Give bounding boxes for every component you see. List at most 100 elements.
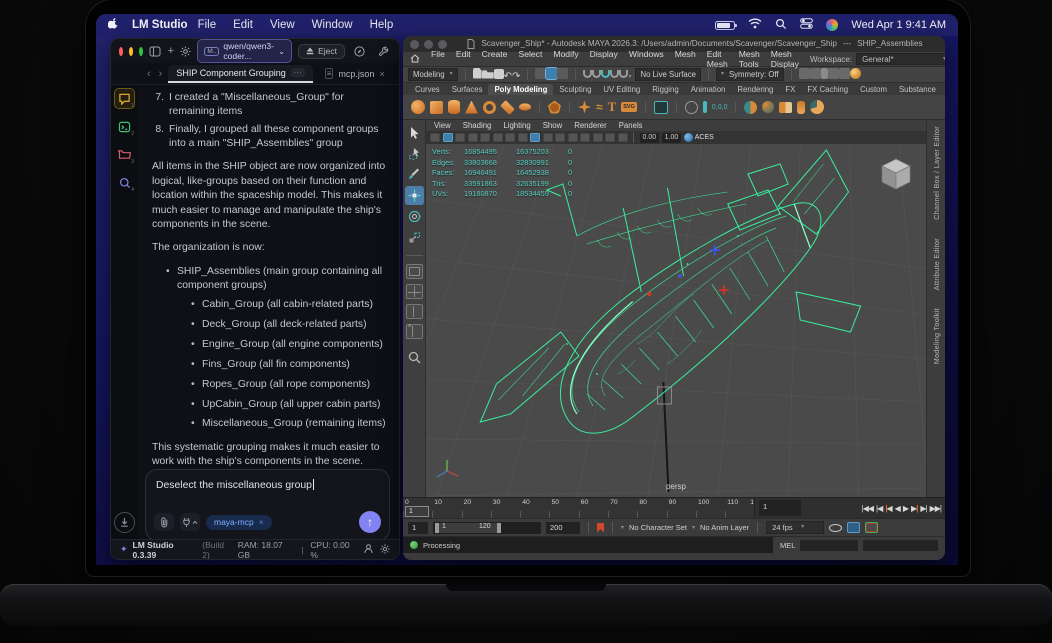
- menu-item[interactable]: File: [198, 19, 217, 31]
- set-key-icon[interactable]: [597, 522, 604, 533]
- shelf-torus-icon[interactable]: [483, 100, 496, 114]
- auto-key-button[interactable]: [847, 522, 861, 533]
- maya-menu-item[interactable]: Create: [482, 49, 508, 69]
- viewport-grid-toggle-icon[interactable]: [517, 133, 528, 142]
- maya-menu-item[interactable]: Display: [590, 49, 618, 69]
- viewport-field-chart-icon[interactable]: [567, 133, 578, 142]
- viewport-film-gate-icon[interactable]: [530, 133, 540, 142]
- play-forwards-button[interactable]: ▶: [903, 504, 909, 513]
- save-scene-icon[interactable]: [493, 68, 504, 79]
- shelf-tab[interactable]: Sculpting: [553, 84, 597, 95]
- rotate-tool-icon[interactable]: [405, 207, 424, 226]
- lasso-tool-icon[interactable]: [405, 144, 424, 163]
- snap-point-icon[interactable]: [601, 69, 611, 78]
- open-scene-icon[interactable]: [481, 70, 494, 79]
- sidebar-models-folder-icon[interactable]: 3: [115, 145, 134, 165]
- select-tool-icon[interactable]: [405, 123, 424, 142]
- shelf-curve-icon[interactable]: ≈: [596, 100, 603, 114]
- shelf-tab[interactable]: Arnold: [942, 84, 945, 95]
- shelf-sweep-icon[interactable]: [578, 100, 591, 114]
- render-settings-icon[interactable]: [838, 68, 850, 79]
- chat-transcript[interactable]: 7. I created a "Miscellaneous_Group" for …: [138, 85, 399, 469]
- minimize-window-button[interactable]: [129, 46, 134, 56]
- spotlight-search-icon[interactable]: [775, 18, 787, 33]
- shelf-platonic-icon[interactable]: [548, 100, 561, 114]
- send-message-button[interactable]: ↑: [359, 511, 381, 533]
- mel-result-field[interactable]: [863, 539, 938, 551]
- layout-four-pane-button[interactable]: [405, 284, 423, 299]
- shelf-tab[interactable]: Substance: [893, 84, 942, 95]
- shelf-cube-icon[interactable]: [430, 100, 443, 114]
- snap-view-plane-icon[interactable]: [619, 69, 629, 78]
- menu-app-name[interactable]: LM Studio: [132, 19, 188, 31]
- current-frame-indicator[interactable]: 1: [405, 506, 429, 517]
- sidebar-chat-icon[interactable]: 1: [114, 88, 135, 109]
- animation-prefs-button[interactable]: [865, 522, 879, 533]
- panels-toggle-icon[interactable]: [149, 43, 161, 59]
- step-back-frame-button[interactable]: | ◀: [885, 504, 892, 513]
- shelf-construction-plane-icon[interactable]: [684, 100, 698, 114]
- render-current-frame-icon[interactable]: [820, 68, 828, 79]
- shelf-tab[interactable]: Custom: [854, 84, 893, 95]
- step-forward-frame-button[interactable]: ▶ |: [911, 504, 919, 513]
- shelf-svg-icon[interactable]: SVG: [621, 102, 637, 112]
- panel-menu-item[interactable]: Shading: [463, 121, 492, 130]
- shelf-quad-draw-icon[interactable]: [810, 100, 825, 114]
- panel-menu-item[interactable]: Renderer: [574, 121, 607, 130]
- go-to-end-button[interactable]: ▶▶|: [930, 504, 942, 513]
- menu-extra-app-icon[interactable]: [826, 19, 839, 31]
- viewport-default-material-icon[interactable]: [617, 133, 628, 142]
- construction-history-icon[interactable]: [798, 68, 810, 79]
- shelf-disc-icon[interactable]: [519, 103, 531, 111]
- shelf-tab[interactable]: Rigging: [646, 84, 684, 95]
- mcp-plug-icon[interactable]: [180, 513, 200, 531]
- workspace-selector[interactable]: Workspace: General* ▾: [810, 53, 945, 65]
- viewport-lock-camera-icon[interactable]: [442, 133, 453, 142]
- anim-end-field[interactable]: 200: [546, 521, 580, 534]
- snap-projected-center-icon[interactable]: [610, 69, 620, 78]
- step-back-key-button[interactable]: |◀: [876, 504, 883, 513]
- select-object-icon[interactable]: [545, 67, 559, 80]
- shelf-remesh-grid-icon[interactable]: [653, 100, 668, 114]
- range-end-handle[interactable]: [497, 522, 501, 533]
- time-slider[interactable]: 0 10 20 30 40 50 60 70 80 90 100 110 1 1 1 |◀◀ |◀ |…: [403, 497, 945, 518]
- live-surface-field[interactable]: No Live Surface: [635, 68, 701, 81]
- shelf-cylinder-icon[interactable]: [448, 100, 460, 114]
- new-scene-icon[interactable]: [472, 67, 482, 79]
- playback-loop-icon[interactable]: [829, 523, 843, 532]
- attach-paperclip-icon[interactable]: [154, 513, 174, 531]
- dock-tab[interactable]: Modeling Toolkit: [932, 308, 941, 364]
- panel-menu-item[interactable]: Panels: [619, 121, 643, 130]
- shelf-boolean-diff-icon[interactable]: [762, 101, 775, 113]
- tab-chat[interactable]: SHIP Component Grouping ···: [168, 64, 313, 83]
- maya-menu-item[interactable]: Mesh Tools: [739, 49, 760, 69]
- menu-item[interactable]: View: [270, 19, 295, 31]
- gamma-field[interactable]: 1.00: [661, 132, 682, 143]
- menu-item[interactable]: Window: [312, 19, 353, 31]
- battery-icon[interactable]: [715, 20, 738, 30]
- layout-single-pane-button[interactable]: [405, 264, 423, 279]
- tab-more-icon[interactable]: ···: [290, 68, 305, 77]
- zoom-window-button[interactable]: [438, 39, 447, 49]
- viewport-safe-title-icon[interactable]: [592, 133, 603, 142]
- shelf-plane-icon[interactable]: [500, 99, 515, 115]
- control-center-icon[interactable]: [800, 18, 814, 32]
- viewport-resolution-gate-icon[interactable]: [542, 133, 553, 142]
- maya-menu-item[interactable]: Edit Mesh: [707, 49, 728, 69]
- current-frame-field[interactable]: 1: [759, 500, 801, 516]
- layout-two-pane-button[interactable]: [405, 304, 423, 319]
- viewport-wireframe-shaded-icon[interactable]: [605, 133, 615, 142]
- play-backwards-button[interactable]: ◀: [895, 504, 901, 513]
- scale-tool-icon[interactable]: [405, 228, 424, 247]
- close-window-button[interactable]: [410, 39, 419, 49]
- viewport-select-camera-icon[interactable]: [430, 133, 440, 142]
- discover-icon[interactable]: [351, 43, 367, 59]
- zoom-window-button[interactable]: [139, 46, 144, 56]
- go-to-start-button[interactable]: |◀◀: [862, 504, 874, 513]
- viewport-two-d-pan-zoom-icon[interactable]: [492, 133, 503, 142]
- shelf-tab[interactable]: FX: [779, 84, 801, 95]
- range-slider[interactable]: 1 120: [433, 521, 541, 534]
- dock-tab[interactable]: Channel Box / Layer Editor: [932, 126, 941, 220]
- menu-item[interactable]: Help: [370, 19, 394, 31]
- shelf-boolean-union-icon[interactable]: [744, 100, 758, 114]
